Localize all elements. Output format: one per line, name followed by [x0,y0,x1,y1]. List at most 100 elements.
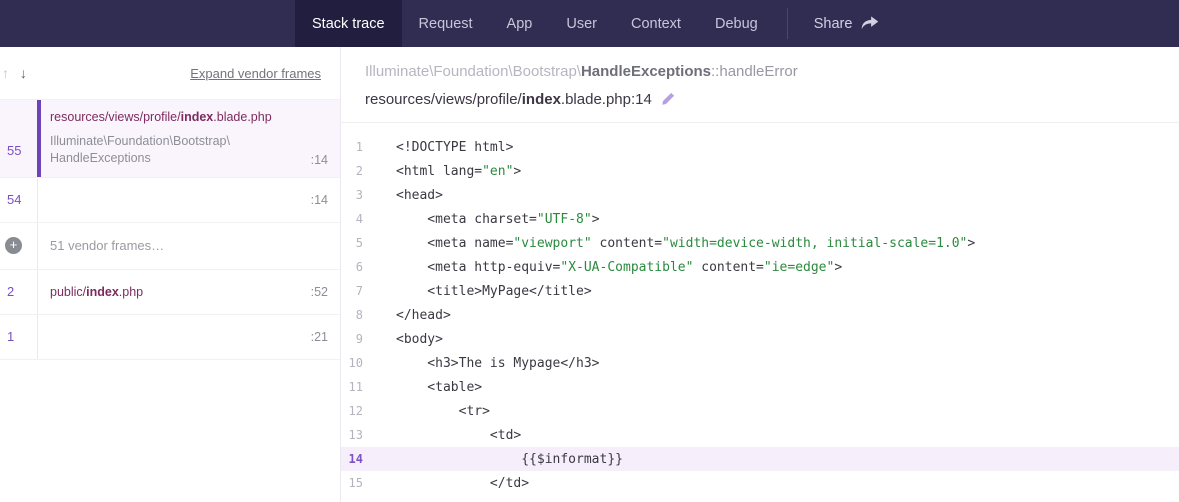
share-button[interactable]: Share [800,0,894,47]
frame-line-number: :21 [311,330,328,344]
code-panel: 1<!DOCTYPE html>2<html lang="en">3<head>… [341,123,1179,502]
file-path-suffix: .blade.php:14 [561,91,652,108]
frame-detail-header: Illuminate\Foundation\Bootstrap\HandleEx… [341,47,1179,123]
line-text: <td> [363,428,521,443]
frame-line-number: :14 [311,153,328,167]
line-text: <title>MyPage</title> [363,284,592,299]
tab-request[interactable]: Request [402,0,490,47]
line-number: 7 [341,284,363,298]
code-line-highlighted: 14 {{$informat}} [341,447,1179,471]
share-label: Share [814,16,853,32]
code-line: 1<!DOCTYPE html> [341,135,1179,159]
line-text: <body> [363,332,443,347]
handler-method: ::handleError [711,63,798,80]
line-text: <table> [363,380,482,395]
vendor-frames-label: 51 vendor frames… [50,238,164,253]
line-number: 15 [341,476,363,490]
pencil-icon[interactable] [661,91,676,106]
line-text: <h3>The is Mypage</h3> [363,356,600,371]
frame-row-55[interactable]: 55resources/views/profile/index.blade.ph… [0,100,340,178]
line-text: <!DOCTYPE html> [363,140,513,155]
exception-handler-title: Illuminate\Foundation\Bootstrap\HandleEx… [365,63,1155,80]
nav-tabs: Stack traceRequestAppUserContextDebug [295,0,775,47]
content-area: ↑ ↓ Expand vendor frames 55resources/vie… [0,47,1179,502]
tab-debug[interactable]: Debug [698,0,775,47]
code-line: 3<head> [341,183,1179,207]
tab-stack-trace[interactable]: Stack trace [295,0,402,47]
frame-number: 54 [0,178,37,222]
line-number: 14 [341,452,363,466]
line-number: 10 [341,356,363,370]
code-line: 7 <title>MyPage</title> [341,279,1179,303]
expand-plus-icon[interactable]: + [5,237,22,254]
line-text: </td> [363,476,529,491]
line-text: <meta http-equiv="X-UA-Compatible" conte… [363,260,842,275]
frame-number: 2 [0,270,37,314]
frame-row-1[interactable]: 1 :21 [0,315,340,360]
code-line: 12 <tr> [341,399,1179,423]
tab-user[interactable]: User [549,0,614,47]
line-number: 3 [341,188,363,202]
file-path-title: resources/views/profile/index.blade.php:… [365,91,1155,108]
frame-line-number: :14 [311,193,328,207]
line-text: <head> [363,188,443,203]
vendor-frames-toggle[interactable]: +51 vendor frames… [0,223,340,270]
line-number: 6 [341,260,363,274]
top-nav: Stack traceRequestAppUserContextDebug Sh… [0,0,1179,47]
share-arrow-icon [861,16,879,31]
file-path-name: index [522,91,561,108]
line-number: 9 [341,332,363,346]
vendor-gutter: + [0,237,37,254]
code-line: 8</head> [341,303,1179,327]
line-number: 12 [341,404,363,418]
code-line: 4 <meta charset="UTF-8"> [341,207,1179,231]
line-number: 13 [341,428,363,442]
frame-nav-arrows: ↑ ↓ [2,65,27,81]
frames-list: 55resources/views/profile/index.blade.ph… [0,100,340,360]
frame-number: 55 [0,100,37,177]
frame-number: 1 [0,315,37,359]
code-line: 11 <table> [341,375,1179,399]
handler-namespace: Illuminate\Foundation\Bootstrap\ [365,63,581,80]
file-path-prefix: resources/views/profile/ [365,91,522,108]
previous-frame-arrow-icon[interactable]: ↑ [2,65,9,81]
vendor-label-wrap: 51 vendor frames… [37,223,340,269]
line-text: <meta name="viewport" content="width=dev… [363,236,975,251]
tab-app[interactable]: App [490,0,550,47]
line-number: 2 [341,164,363,178]
frame-body: :14 [37,178,340,222]
frame-file-path: resources/views/profile/index.blade.php [50,110,328,124]
line-number: 11 [341,380,363,394]
code-line: 13 <td> [341,423,1179,447]
line-number: 1 [341,140,363,154]
frame-body: resources/views/profile/index.blade.php I… [37,100,340,177]
frame-row-54[interactable]: 54 :14 [0,178,340,223]
frame-body: public/index.php :52 [37,270,340,314]
next-frame-arrow-icon[interactable]: ↓ [20,65,27,81]
tab-context[interactable]: Context [614,0,698,47]
frame-file-path: public/index.php [50,285,143,299]
code-line: 10 <h3>The is Mypage</h3> [341,351,1179,375]
line-text: <meta charset="UTF-8"> [363,212,600,227]
frame-row-2[interactable]: 2 public/index.php :52 [0,270,340,315]
line-number: 8 [341,308,363,322]
line-text: </head> [363,308,451,323]
line-number: 4 [341,212,363,226]
frame-body: :21 [37,315,340,359]
sidebar-header: ↑ ↓ Expand vendor frames [0,47,340,100]
frame-line-number: :52 [311,285,328,299]
frame-class: Illuminate\Foundation\Bootstrap\HandleEx… [50,133,230,167]
line-text: {{$informat}} [363,452,623,467]
line-text: <html lang="en"> [363,164,521,179]
expand-vendor-frames-link[interactable]: Expand vendor frames [190,66,321,81]
line-text: <tr> [363,404,490,419]
stack-trace-sidebar: ↑ ↓ Expand vendor frames 55resources/vie… [0,47,341,502]
handler-class: HandleExceptions [581,63,711,80]
frame-detail-pane: Illuminate\Foundation\Bootstrap\HandleEx… [341,47,1179,502]
line-number: 5 [341,236,363,250]
nav-divider [787,8,788,39]
code-line: 6 <meta http-equiv="X-UA-Compatible" con… [341,255,1179,279]
code-line: 2<html lang="en"> [341,159,1179,183]
code-line: 9<body> [341,327,1179,351]
code-line: 15 </td> [341,471,1179,495]
